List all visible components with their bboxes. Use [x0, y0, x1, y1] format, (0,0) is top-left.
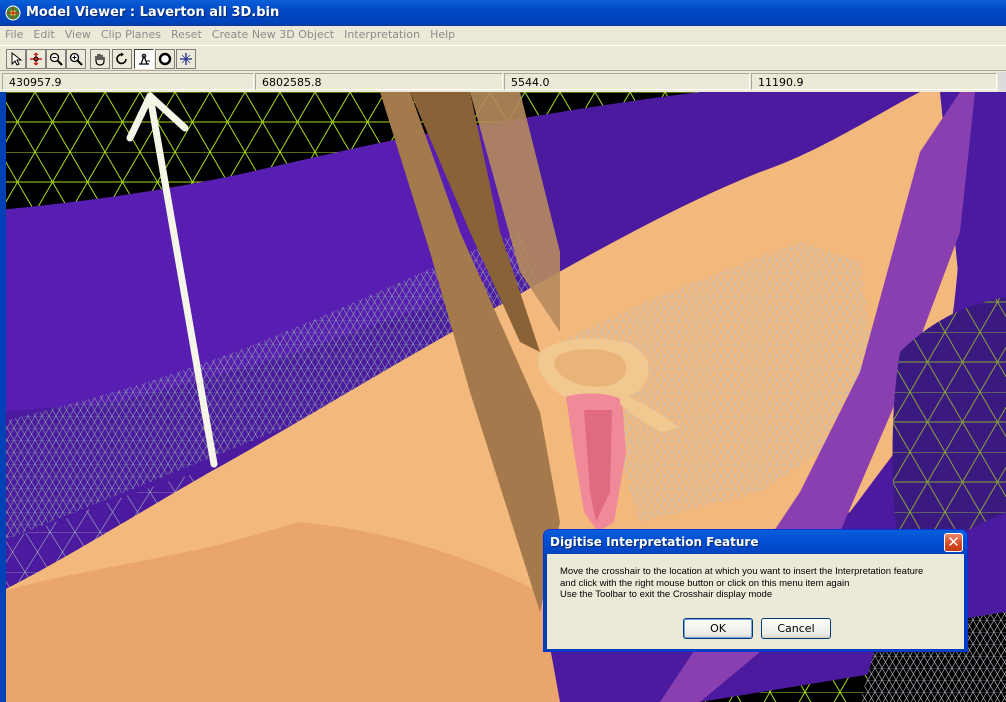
digitise-tool-button[interactable] — [134, 49, 154, 69]
digitise-dialog: Digitise Interpretation Feature ✕ Move t… — [543, 529, 968, 652]
digitise-icon — [139, 53, 150, 65]
menu-reset[interactable]: Reset — [166, 26, 207, 41]
zoom-out-button[interactable] — [46, 49, 66, 69]
app-icon — [5, 5, 21, 21]
pan-tool-button[interactable] — [26, 49, 46, 69]
crosshair-icon — [180, 53, 192, 65]
pan-move-icon — [30, 52, 42, 66]
menu-file[interactable]: File — [0, 26, 28, 41]
pointer-arrow-icon — [11, 52, 23, 66]
elevation-readout: 5544.0 — [504, 73, 750, 90]
pointer-tool-button[interactable] — [6, 49, 26, 69]
rotate-icon — [116, 52, 127, 65]
menu-clip-planes[interactable]: Clip Planes — [96, 26, 166, 41]
sphere-tool-button[interactable] — [155, 49, 175, 69]
scroll-stub — [998, 72, 1006, 92]
menu-help[interactable]: Help — [425, 26, 460, 41]
close-icon: ✕ — [947, 533, 960, 551]
zoom-out-icon — [49, 52, 63, 66]
toolbar — [0, 45, 1006, 71]
window-title: Model Viewer : Laverton all 3D.bin — [26, 5, 280, 20]
menu-edit[interactable]: Edit — [28, 26, 59, 41]
rotate-tool-button[interactable] — [112, 49, 132, 69]
dialog-title: Digitise Interpretation Feature — [550, 535, 759, 549]
hand-tool-button[interactable] — [90, 49, 110, 69]
dialog-message-line: Use the Toolbar to exit the Crosshair di… — [560, 589, 773, 600]
easting-readout: 430957.9 — [2, 73, 254, 90]
sphere-icon — [158, 52, 172, 66]
menu-view[interactable]: View — [60, 26, 96, 41]
dialog-body: Move the crosshair to the location at wh… — [547, 554, 964, 649]
dialog-message-line: Move the crosshair to the location at wh… — [560, 566, 924, 577]
hand-icon — [95, 54, 105, 66]
model-viewer-window: Model Viewer : Laverton all 3D.bin File E… — [0, 0, 1006, 702]
menu-create-new-3d-object[interactable]: Create New 3D Object — [207, 26, 339, 41]
close-button[interactable]: ✕ — [944, 533, 963, 552]
dialog-message: Move the crosshair to the location at wh… — [560, 566, 923, 601]
cancel-button[interactable]: Cancel — [761, 618, 831, 639]
title-bar[interactable]: Model Viewer : Laverton all 3D.bin — [0, 0, 1006, 26]
zoom-in-icon — [69, 52, 83, 66]
crosshair-tool-button[interactable] — [176, 49, 196, 69]
menu-bar: File Edit View Clip Planes Reset Create New 3… — [0, 26, 1006, 44]
window-left-border — [0, 92, 6, 702]
coordinate-bar: 430957.9 6802585.8 5544.0 11190.9 — [0, 72, 1006, 92]
menu-interpretation[interactable]: Interpretation — [339, 26, 425, 41]
scale-readout: 11190.9 — [751, 73, 997, 90]
dialog-message-line: and click with the right mouse button or… — [560, 577, 850, 589]
dialog-title-bar[interactable]: Digitise Interpretation Feature ✕ — [544, 530, 967, 554]
zoom-in-button[interactable] — [66, 49, 86, 69]
ok-button[interactable]: OK — [683, 618, 753, 639]
northing-readout: 6802585.8 — [255, 73, 503, 90]
